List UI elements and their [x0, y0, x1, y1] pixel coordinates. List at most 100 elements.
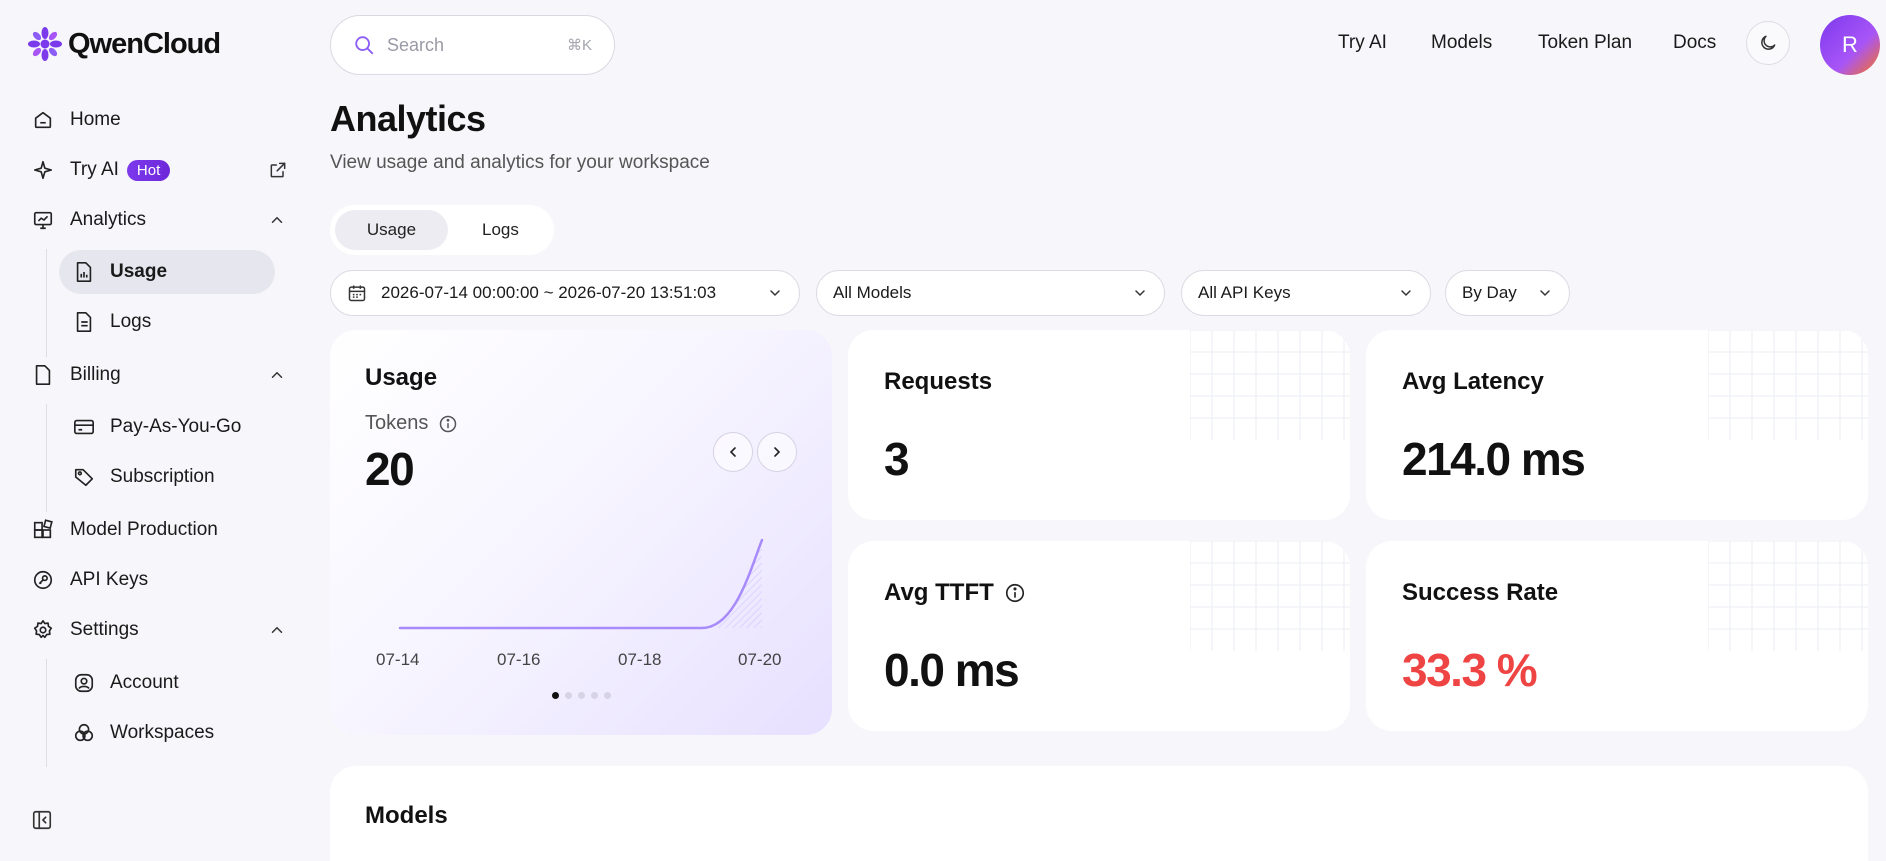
- carousel-dot[interactable]: [604, 692, 611, 699]
- avg-ttft-label: Avg TTFT: [884, 579, 994, 606]
- topnav-docs[interactable]: Docs: [1673, 32, 1716, 54]
- carousel-next-button[interactable]: [757, 432, 797, 472]
- chevron-down-icon: [1540, 290, 1550, 297]
- sidebar-item-pay-as-you-go[interactable]: Pay-As-You-Go: [59, 405, 275, 449]
- sidebar-item-home[interactable]: Home: [30, 101, 121, 139]
- sidebar-item-settings[interactable]: Settings: [30, 611, 139, 649]
- sidebar-item-label: Analytics: [70, 209, 147, 230]
- avg-latency-card: Avg Latency 214.0 ms: [1366, 330, 1868, 520]
- grid-decoration: [1190, 330, 1350, 440]
- info-icon[interactable]: [1004, 582, 1026, 604]
- models-section: Models: [330, 766, 1868, 861]
- date-range-picker[interactable]: 2026-07-14 00:00:00 ~ 2026-07-20 13:51:0…: [330, 270, 800, 316]
- x-tick-label: 07-14: [376, 650, 420, 669]
- external-link-icon[interactable]: [268, 160, 288, 180]
- search-icon: [355, 36, 374, 55]
- chevron-up-icon[interactable]: [268, 621, 286, 639]
- gear-icon: [30, 617, 56, 643]
- page-subtitle: View usage and analytics for your worksp…: [330, 152, 710, 173]
- avg-ttft-value: 0.0 ms: [884, 644, 1020, 696]
- avatar-initial: R: [1842, 32, 1858, 57]
- chevron-down-icon: [770, 290, 780, 297]
- sidebar-item-model-production[interactable]: Model Production: [30, 511, 218, 549]
- search-input[interactable]: Search ⌘K: [330, 15, 615, 75]
- success-rate-label: Success Rate: [1402, 579, 1559, 606]
- sidebar-item-label: Subscription: [110, 466, 215, 487]
- avg-latency-label: Avg Latency: [1402, 368, 1544, 395]
- avg-ttft-card: Avg TTFT 0.0 ms: [848, 541, 1350, 731]
- sidebar-item-logs[interactable]: Logs: [59, 300, 275, 344]
- sidebar-item-usage[interactable]: Usage: [59, 250, 275, 294]
- avg-latency-value: 214.0 ms: [1402, 433, 1586, 485]
- carousel-dot[interactable]: [591, 692, 598, 699]
- sidebar-item-subscription[interactable]: Subscription: [59, 455, 275, 499]
- chevron-up-icon[interactable]: [268, 366, 286, 384]
- carousel-dot[interactable]: [578, 692, 585, 699]
- sidebar-item-workspaces[interactable]: Workspaces: [59, 711, 275, 755]
- success-rate-card: Success Rate 33.3 %: [1366, 541, 1868, 731]
- moon-icon: [1761, 35, 1776, 50]
- api-key-select[interactable]: All API Keys: [1181, 270, 1431, 316]
- search-placeholder: Search: [387, 34, 445, 55]
- sidebar-item-label: Billing: [70, 364, 121, 385]
- sidebar-item-billing[interactable]: Billing: [30, 356, 121, 394]
- requests-value: 3: [884, 433, 910, 485]
- theme-toggle-button[interactable]: [1746, 21, 1790, 65]
- sidebar-item-label: Try AI: [70, 159, 119, 180]
- usage-area-fill: [400, 540, 762, 628]
- topnav-token-plan[interactable]: Token Plan: [1538, 32, 1632, 54]
- requests-label: Requests: [884, 368, 993, 395]
- collapse-sidebar-icon[interactable]: [31, 809, 53, 831]
- carousel-dot[interactable]: [565, 692, 572, 699]
- requests-card: Requests 3: [848, 330, 1350, 520]
- sidebar-item-api-keys[interactable]: API Keys: [30, 561, 148, 599]
- granularity-select[interactable]: By Day: [1445, 270, 1570, 316]
- model-select[interactable]: All Models: [816, 270, 1165, 316]
- sidebar-item-label: Settings: [70, 619, 139, 640]
- analytics-tabs: Usage Logs: [330, 205, 554, 255]
- tab-logs[interactable]: Logs: [452, 210, 549, 250]
- sidebar-item-label: API Keys: [70, 569, 149, 590]
- sidebar-item-account[interactable]: Account: [59, 661, 275, 705]
- success-rate-value: 33.3 %: [1402, 644, 1538, 696]
- topnav-try-ai[interactable]: Try AI: [1338, 32, 1387, 54]
- sidebar-item-label: Pay-As-You-Go: [110, 416, 242, 437]
- date-range-value: 2026-07-14 00:00:00 ~ 2026-07-20 13:51:0…: [381, 283, 717, 302]
- workspaces-icon: [72, 721, 96, 745]
- avatar[interactable]: R: [1820, 15, 1880, 75]
- info-icon[interactable]: [438, 414, 458, 434]
- chart-monitor-icon: [30, 207, 56, 233]
- tokens-value: 20: [365, 443, 415, 495]
- page-title: Analytics: [330, 98, 486, 139]
- qwen-logo-icon: [28, 27, 62, 61]
- chevron-right-icon: [774, 447, 781, 457]
- usage-card: Usage Tokens 20: [330, 330, 832, 735]
- sidebar: QwenCloud Home Try AI Hot Analytics Usag…: [0, 0, 310, 861]
- document-icon: [72, 310, 96, 334]
- qwen-cloud-logo[interactable]: QwenCloud: [28, 26, 221, 62]
- chevron-up-icon[interactable]: [268, 211, 286, 229]
- sidebar-item-label: Home: [70, 109, 121, 130]
- tokens-label: Tokens: [365, 412, 429, 434]
- chevron-left-icon: [729, 447, 736, 457]
- brand-name: QwenCloud: [68, 27, 221, 60]
- carousel-prev-button[interactable]: [713, 432, 753, 472]
- carousel-dot[interactable]: [552, 692, 559, 699]
- blocks-icon: [30, 517, 56, 543]
- search-shortcut: ⌘K: [566, 37, 592, 54]
- tab-usage[interactable]: Usage: [335, 210, 448, 250]
- home-icon: [30, 107, 56, 133]
- x-tick-label: 07-18: [618, 650, 662, 669]
- sidebar-item-label: Logs: [110, 311, 152, 332]
- sidebar-item-label: Usage: [110, 261, 168, 282]
- sidebar-item-try-ai[interactable]: Try AI Hot: [30, 151, 171, 189]
- topnav-models[interactable]: Models: [1431, 32, 1492, 54]
- key-icon: [30, 567, 56, 593]
- sidebar-item-analytics[interactable]: Analytics: [30, 201, 146, 239]
- sidebar-item-label: Workspaces: [110, 722, 215, 743]
- tag-icon: [72, 465, 96, 489]
- avg-ttft-label-row: Avg TTFT: [884, 579, 1026, 607]
- grid-decoration: [1190, 541, 1350, 651]
- tree-line: [46, 404, 47, 512]
- tree-line: [46, 249, 47, 357]
